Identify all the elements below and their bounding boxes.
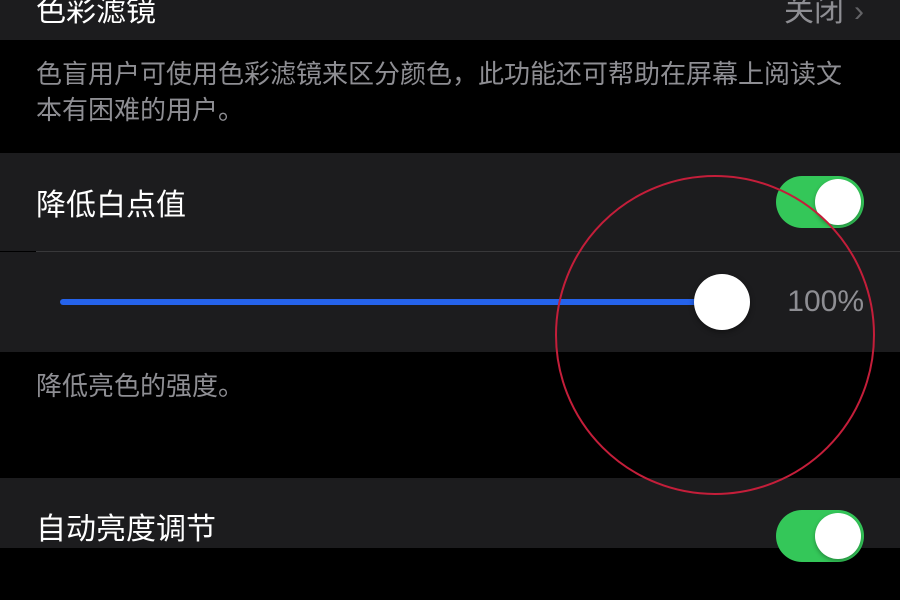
section-gap [0,428,900,478]
auto-brightness-label: 自动亮度调节 [36,504,776,548]
white-point-slider-row: 100% [0,252,900,352]
reduce-white-point-label: 降低白点值 [36,180,776,224]
color-filter-value: 关闭 [784,0,844,24]
white-point-slider[interactable] [60,299,750,305]
chevron-right-icon: › [854,0,864,24]
reduce-white-point-toggle[interactable] [776,176,864,228]
toggle-knob [815,179,861,225]
color-filter-description: 色盲用户可使用色彩滤镜来区分颜色，此功能还可帮助在屏幕上阅读文本有困难的用户。 [0,40,900,153]
color-filter-row[interactable]: 色彩滤镜 关闭 › [0,0,900,40]
white-point-description: 降低亮色的强度。 [0,352,900,428]
auto-brightness-row: 自动亮度调节 [0,478,900,548]
white-point-slider-value: 100% [774,285,864,319]
color-filter-label: 色彩滤镜 [36,0,784,24]
auto-brightness-toggle[interactable] [776,510,864,562]
toggle-knob [815,513,861,559]
slider-thumb[interactable] [694,274,750,330]
reduce-white-point-row: 降低白点值 [0,153,900,251]
